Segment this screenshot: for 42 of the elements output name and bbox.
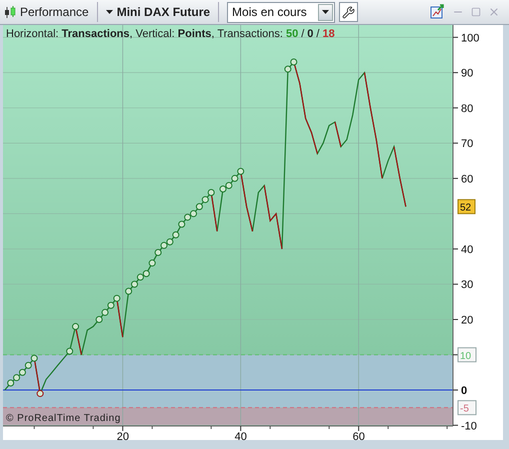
- y-axis-label: -10: [461, 420, 477, 432]
- x-axis-label: 60: [352, 431, 365, 440]
- trade-marker: [148, 260, 156, 267]
- losses-count: 18: [322, 27, 335, 42]
- y-axis-label: 40: [461, 244, 474, 256]
- trade-marker: [66, 348, 74, 355]
- y-axis-label: 60: [461, 173, 474, 186]
- last-value-tag: 52: [458, 199, 476, 214]
- trade-marker: [72, 323, 80, 330]
- caret-icon: [322, 10, 330, 14]
- watermark-text: © ProRealTime Trading: [6, 412, 121, 426]
- chart-title: Performance: [20, 4, 89, 21]
- y-axis-label: 20: [461, 314, 474, 326]
- threshold-tag: -5: [458, 400, 476, 416]
- export-button[interactable]: [429, 3, 447, 21]
- wrench-icon: [342, 6, 356, 18]
- instrument-menu[interactable]: Mini DAX Future: [106, 3, 210, 21]
- y-axis-label: 100: [461, 32, 480, 44]
- y-axis-label: 70: [461, 138, 474, 150]
- close-icon: [488, 6, 500, 18]
- separator-text: /: [315, 27, 320, 42]
- candlestick-icon: [4, 5, 16, 19]
- y-axis-label: 90: [461, 68, 474, 80]
- y-axis-label: 30: [461, 279, 474, 292]
- y-tick-label: 10: [460, 350, 472, 362]
- settings-button[interactable]: [339, 2, 358, 22]
- threshold-tag: 10: [458, 347, 476, 362]
- ref-line-label: -5: [460, 404, 470, 415]
- trade-marker: [36, 390, 44, 398]
- y-axis-label: 80: [461, 102, 474, 115]
- x-axis-label: 40: [234, 431, 247, 440]
- dropdown-button[interactable]: [318, 4, 334, 20]
- separator-text: /: [300, 27, 306, 42]
- wins-count: 50: [286, 27, 298, 42]
- chart-info-text: Horizontal: Transactions, Vertical: Points, Transactions:: [6, 27, 283, 42]
- chart-export-icon: [430, 4, 446, 20]
- x-axis-label: 20: [116, 431, 129, 440]
- even-count: 0: [307, 27, 314, 42]
- y-axis-label: 0: [461, 385, 468, 398]
- caret-icon: [106, 10, 113, 14]
- maximize-icon: [471, 7, 481, 17]
- period-select[interactable]: Mois en cours: [227, 2, 336, 22]
